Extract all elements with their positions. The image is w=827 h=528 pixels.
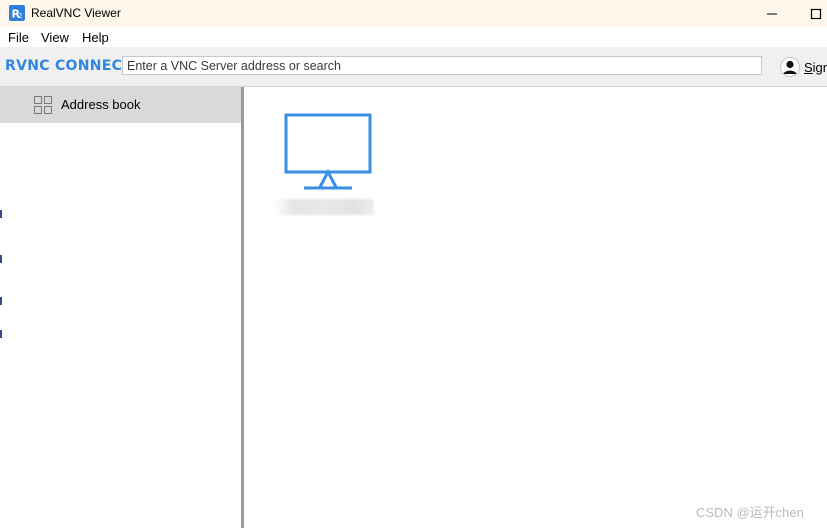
maximize-icon xyxy=(810,8,822,19)
menu-help[interactable]: Help xyxy=(82,30,109,45)
watermark: CSDN @运开chen xyxy=(696,505,804,520)
edge-mark xyxy=(0,210,2,218)
realvnc-app-icon: R 2 xyxy=(9,5,25,21)
maximize-button[interactable] xyxy=(796,0,827,27)
svg-text:2: 2 xyxy=(18,12,22,20)
minimize-button[interactable] xyxy=(752,0,792,27)
minimize-icon xyxy=(767,13,777,14)
sidebar-item-label: Address book xyxy=(61,97,141,112)
server-entry[interactable] xyxy=(274,113,384,223)
edge-mark xyxy=(0,330,2,338)
edge-mark xyxy=(0,297,2,305)
menu-view[interactable]: View xyxy=(41,30,69,45)
title-bar: R 2 RealVNC Viewer xyxy=(0,0,827,27)
sign-in-label: Sign xyxy=(804,59,827,75)
menu-file[interactable]: File xyxy=(8,30,29,45)
address-book-pane xyxy=(244,87,827,528)
sidebar-item-address-book[interactable]: Address book xyxy=(0,87,241,123)
monitor-icon xyxy=(284,113,372,190)
window-title: RealVNC Viewer xyxy=(31,6,121,20)
grid-icon xyxy=(34,96,52,114)
sign-in-button[interactable]: Sign xyxy=(780,57,827,77)
edge-mark xyxy=(0,255,2,263)
user-icon xyxy=(780,57,800,77)
search-input[interactable] xyxy=(122,56,762,75)
brand-logo: RVNC CONNECT xyxy=(5,58,133,74)
menu-bar: File View Help xyxy=(0,27,827,47)
toolbar: RVNC CONNECT Sign xyxy=(0,47,827,87)
server-name-redacted xyxy=(274,197,376,217)
sidebar: Address book xyxy=(0,87,241,528)
